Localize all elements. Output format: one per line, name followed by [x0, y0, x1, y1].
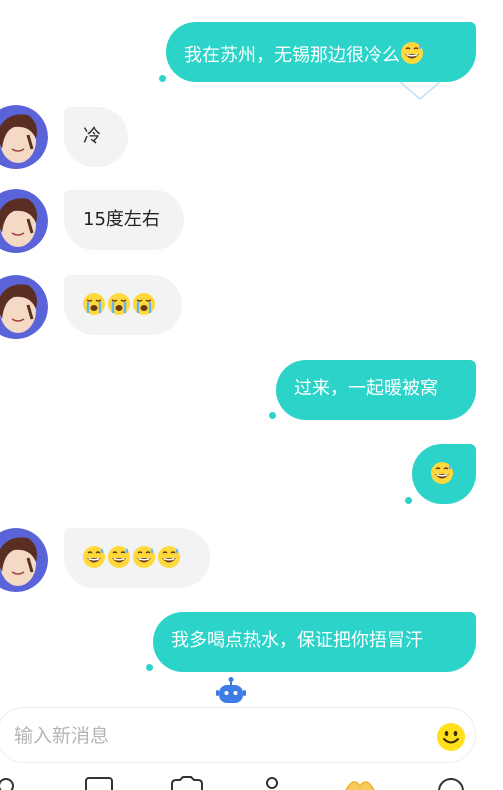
message-bubble[interactable]: 15度左右: [64, 190, 184, 250]
bottom-tab-bar: [0, 772, 503, 790]
avatar[interactable]: [0, 189, 48, 253]
message-text: 15度左右: [83, 209, 160, 230]
sweat-smile-emoji-icon: [108, 546, 130, 568]
message-bubble[interactable]: [64, 275, 182, 335]
message-bubble[interactable]: 过来，一起暖被窝: [276, 360, 476, 420]
message-text: 过来，一起暖被窝: [294, 378, 438, 399]
message-composer: [0, 707, 476, 763]
message-tail-dot: [159, 75, 166, 82]
message-bubble[interactable]: 我在苏州，无锡那边很冷么: [166, 22, 476, 82]
crying-emoji-icon: [108, 293, 130, 315]
sweat-smile-emoji-icon: [133, 546, 155, 568]
mail-icon[interactable]: [84, 776, 114, 790]
sweat-smile-emoji-icon: [401, 42, 423, 64]
message-bubble[interactable]: 我多喝点热水，保证把你捂冒汗: [153, 612, 476, 672]
message-list[interactable]: 我在苏州，无锡那边很冷么 冷 15度左右 过来，一起暖被窝 我多喝点热水，保证把…: [0, 0, 503, 700]
message-text: 我多喝点热水，保证把你捂冒汗: [171, 630, 423, 651]
help-icon[interactable]: [436, 776, 466, 790]
smiley-icon[interactable]: [436, 722, 466, 752]
avatar[interactable]: [0, 275, 48, 339]
message-input[interactable]: [12, 720, 416, 752]
message-tail-dot: [269, 412, 276, 419]
message-tail-dot: [146, 664, 153, 671]
message-bubble[interactable]: [64, 528, 210, 588]
gift-icon[interactable]: [340, 776, 380, 790]
message-text: 冷: [83, 126, 101, 147]
message-bubble[interactable]: 冷: [64, 107, 128, 167]
chat-screen: 我在苏州，无锡那边很冷么 冷 15度左右 过来，一起暖被窝 我多喝点热水，保证把…: [0, 0, 503, 790]
crying-emoji-icon: [83, 293, 105, 315]
avatar[interactable]: [0, 528, 48, 592]
sweat-smile-emoji-icon: [158, 546, 180, 568]
robot-icon[interactable]: [216, 676, 246, 704]
crying-emoji-icon: [133, 293, 155, 315]
profile-icon[interactable]: [0, 776, 16, 790]
message-tail-dot: [405, 497, 412, 504]
chevron-down-icon: [399, 81, 441, 100]
user-icon[interactable]: [262, 776, 282, 790]
avatar[interactable]: [0, 105, 48, 169]
sweat-smile-emoji-icon: [431, 462, 453, 484]
message-bubble[interactable]: [412, 444, 476, 504]
sweat-smile-emoji-icon: [83, 546, 105, 568]
camera-icon[interactable]: [170, 776, 204, 790]
message-text: 我在苏州，无锡那边很冷么: [184, 45, 400, 66]
